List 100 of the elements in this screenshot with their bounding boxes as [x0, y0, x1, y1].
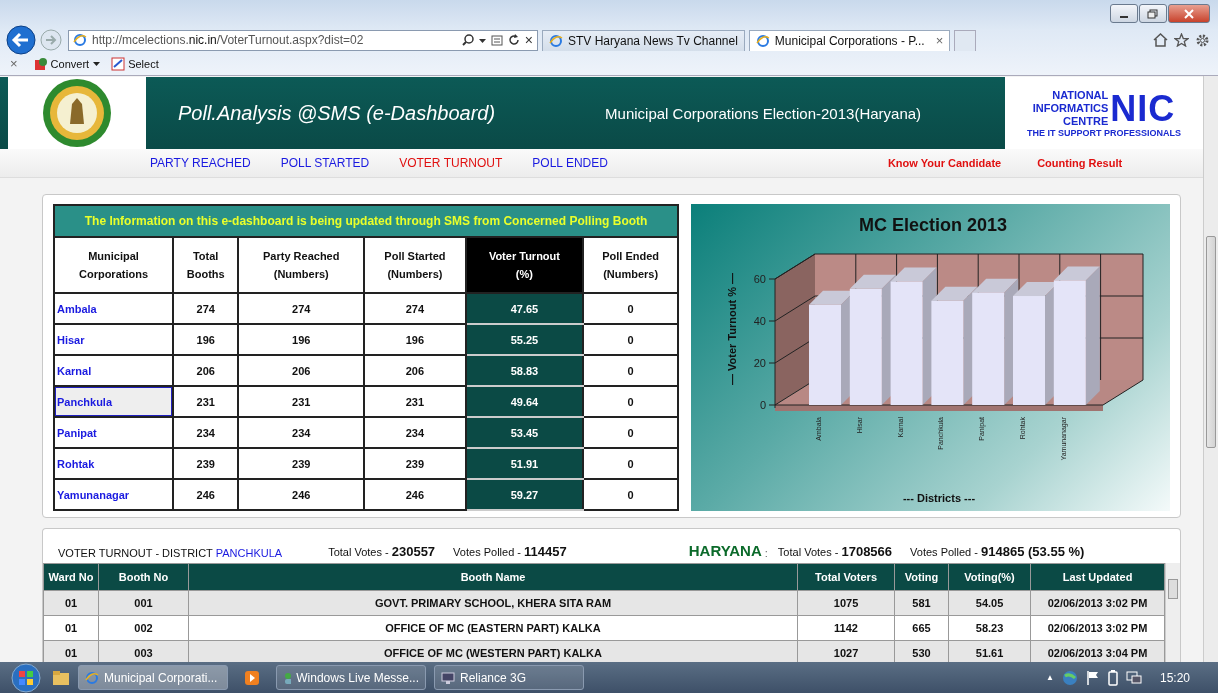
- table-cell: 231: [238, 386, 365, 417]
- select-button[interactable]: Select: [111, 56, 159, 71]
- nav-link[interactable]: VOTER TURNOUT: [399, 156, 503, 170]
- network-globe-icon[interactable]: [1061, 669, 1078, 686]
- vote-figure: Total Votes - 1708566: [777, 544, 893, 559]
- page-scrollbar[interactable]: [1203, 76, 1218, 662]
- table-cell: 231: [364, 386, 466, 417]
- nic-logo-text: CENTRE: [1063, 114, 1109, 128]
- home-icon[interactable]: [1153, 33, 1168, 47]
- table-cell: 274: [173, 293, 239, 324]
- table-cell: 274: [238, 293, 365, 324]
- monitor-icon: [441, 670, 455, 685]
- messenger-people-icon: [283, 670, 292, 685]
- table-cell: 01: [43, 590, 99, 616]
- ie-page-icon: [549, 33, 563, 48]
- table-cell: 206: [364, 355, 466, 386]
- convert-icon: [33, 56, 48, 71]
- y-tick-label: 60: [753, 273, 767, 285]
- column-header: Municipal Corporations: [54, 237, 173, 293]
- table-cell: 58.83: [465, 355, 584, 386]
- nic-tagline: THE IT SUPPORT PROFESSIONALS: [1027, 127, 1181, 138]
- column-header: Booth Name: [188, 563, 798, 591]
- battery-icon[interactable]: [1107, 669, 1118, 686]
- table-cell: 02/06/2013 3:02 PM: [1030, 615, 1165, 641]
- table-cell: 196: [173, 324, 239, 355]
- table-cell: 0: [583, 355, 679, 386]
- browser-tab[interactable]: Municipal Corporations - P... ×: [748, 29, 951, 51]
- vote-figure: Votes Polled - 114457: [453, 544, 567, 559]
- table-cell: 02/06/2013 3:02 PM: [1030, 590, 1165, 616]
- minimize-button[interactable]: [1110, 4, 1138, 23]
- restore-button[interactable]: [1139, 4, 1167, 23]
- restore-icon: [1147, 8, 1159, 19]
- table-cell: 51.91: [465, 448, 584, 479]
- corporation-link[interactable]: Panipat: [54, 417, 173, 448]
- taskbar-button[interactable]: Reliance 3G: [434, 665, 584, 690]
- taskbar-button[interactable]: Windows Live Messe...: [276, 665, 426, 690]
- table-cell: 49.64: [465, 386, 584, 417]
- close-toolbar-button[interactable]: ×: [10, 56, 18, 71]
- nav-link[interactable]: PARTY REACHED: [150, 156, 251, 170]
- table-cell: 246: [173, 479, 239, 510]
- table-cell: 55.25: [465, 324, 584, 355]
- column-header: Last Updated: [1030, 563, 1165, 591]
- vote-figure: Total Votes - 230557: [328, 544, 436, 559]
- dashboard-title: Poll.Analysis @SMS (e-Dashboard): [178, 101, 496, 125]
- corporation-link[interactable]: Hisar: [54, 324, 173, 355]
- show-hidden-icons-button[interactable]: ▲: [1046, 673, 1054, 682]
- table-cell: 01: [43, 640, 99, 662]
- table-scrollbar[interactable]: [1165, 563, 1180, 662]
- nav-link[interactable]: Know Your Candidate: [887, 157, 1002, 169]
- back-button[interactable]: [6, 25, 36, 55]
- corporation-link[interactable]: Ambala: [54, 293, 173, 324]
- x-axis-title: --- Districts ---: [903, 492, 976, 504]
- table-cell: 53.45: [465, 417, 584, 448]
- tab-close-button[interactable]: ×: [935, 33, 944, 48]
- nav-link[interactable]: Counting Result: [1037, 157, 1123, 169]
- clock-text: 15:20: [1159, 670, 1190, 685]
- table-cell: 0: [583, 324, 679, 355]
- table-cell: 0: [583, 448, 679, 479]
- nav-link[interactable]: POLL STARTED: [280, 156, 370, 170]
- column-header: Voting(%): [948, 563, 1031, 591]
- close-icon: [1183, 8, 1195, 19]
- nav-link[interactable]: POLL ENDED: [532, 156, 608, 170]
- compatibility-view-icon[interactable]: [490, 34, 503, 46]
- folder-icon[interactable]: [52, 669, 70, 686]
- corporation-link[interactable]: Panchkula: [54, 386, 173, 417]
- corporation-link[interactable]: Rohtak: [54, 448, 173, 479]
- table-cell: GOVT. PRIMARY SCHOOL, KHERA SITA RAM: [188, 590, 798, 616]
- nic-logo-mark: NIC: [1110, 88, 1177, 128]
- browser-tab[interactable]: STV Haryana News Tv Channel: [542, 29, 745, 51]
- media-player-icon[interactable]: [244, 669, 260, 686]
- table-cell: 54.05: [948, 590, 1031, 616]
- refresh-icon[interactable]: [507, 34, 520, 46]
- stop-button[interactable]: ×: [524, 33, 533, 47]
- search-icon[interactable]: [461, 34, 474, 46]
- table-cell: 234: [364, 417, 466, 448]
- corporation-link[interactable]: Yamunanagar: [54, 479, 173, 510]
- table-cell: 0: [583, 293, 679, 324]
- column-header: Total Voters: [797, 563, 895, 591]
- convert-button[interactable]: Convert: [33, 56, 102, 71]
- table-cell: 206: [173, 355, 239, 386]
- settings-icon[interactable]: [1195, 32, 1210, 48]
- table-cell: 47.65: [465, 293, 584, 324]
- minimize-icon: [1120, 15, 1128, 18]
- table-cell: 01: [43, 615, 99, 641]
- table-cell: 0: [583, 417, 679, 448]
- election-commission-emblem-icon: [42, 78, 112, 148]
- close-button[interactable]: [1168, 4, 1210, 23]
- y-tick-label: 0: [760, 399, 767, 411]
- address-bar[interactable]: http://mcelections.nic.in/VoterTurnout.aspx?dist=02 ×: [68, 29, 538, 51]
- chart-title: MC Election 2013: [859, 215, 1008, 235]
- table-cell: 239: [364, 448, 466, 479]
- election-title: Municipal Corporations Election-2013(Haryana): [605, 104, 922, 122]
- table-cell: 274: [364, 293, 466, 324]
- y-tick-label: 40: [753, 315, 767, 327]
- table-cell: 001: [98, 590, 189, 616]
- flag-icon[interactable]: [1085, 669, 1100, 686]
- star-icon[interactable]: [1174, 33, 1189, 47]
- start-button[interactable]: [8, 662, 44, 693]
- network-monitor-icon[interactable]: [1125, 669, 1142, 686]
- table-cell: 196: [238, 324, 365, 355]
